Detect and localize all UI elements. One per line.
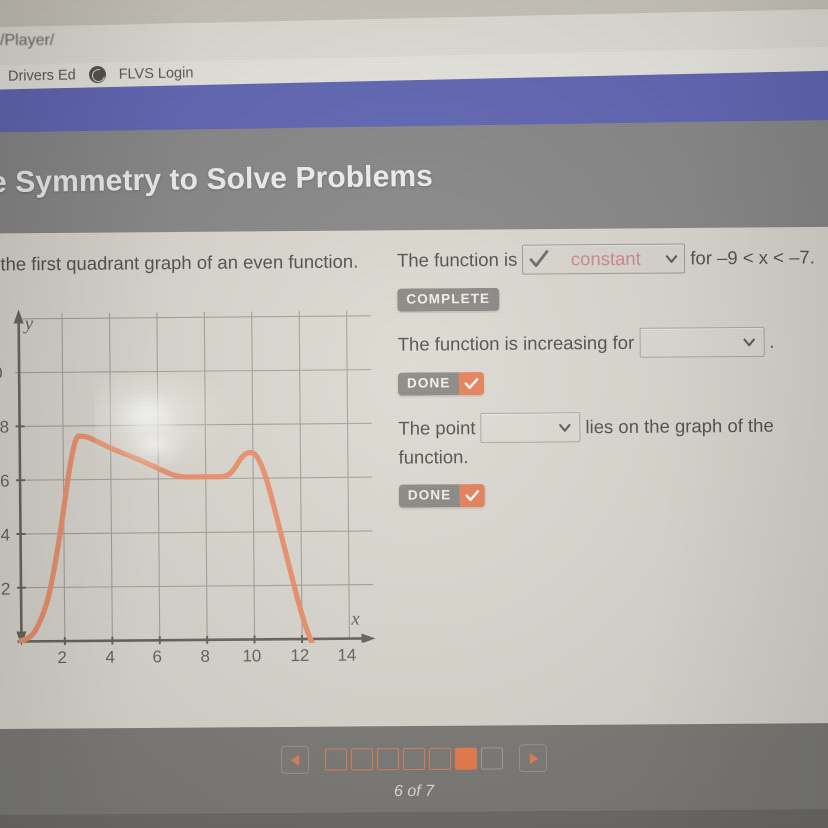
page-box-7[interactable] bbox=[480, 747, 504, 770]
badge-check-icon bbox=[459, 372, 485, 396]
chevron-down-icon bbox=[742, 338, 755, 346]
page-box-1[interactable] bbox=[324, 748, 348, 771]
graph-svg: 2 4 6 8 10 12 14 2 4 6 8 0 y x bbox=[0, 300, 388, 646]
next-page-button[interactable] bbox=[518, 744, 548, 773]
bookmarks-list: Drivers Ed FLVS Login bbox=[8, 64, 194, 84]
q2-dropdown[interactable] bbox=[639, 326, 765, 358]
questions-column: The function is constant for –9 < x < –7… bbox=[397, 242, 827, 525]
globe-icon bbox=[88, 65, 106, 84]
svg-text:2: 2 bbox=[1, 580, 11, 599]
checkmark-icon bbox=[529, 250, 549, 267]
page-title: e Symmetry to Solve Problems bbox=[0, 159, 434, 200]
prev-page-button[interactable] bbox=[280, 745, 310, 774]
page-box-5[interactable] bbox=[428, 747, 452, 770]
page-box-3[interactable] bbox=[376, 748, 400, 771]
q1-text-before: The function is bbox=[396, 248, 518, 271]
question-3: The point lies on the graph of the bbox=[398, 410, 826, 444]
page-box-6-current[interactable] bbox=[454, 747, 478, 770]
done-badge-1-label: DONE bbox=[397, 372, 460, 396]
q3-text-before: The point bbox=[398, 417, 476, 439]
pagination-controls bbox=[0, 742, 828, 776]
question-3-line2: function. bbox=[398, 440, 826, 471]
page-box-2[interactable] bbox=[350, 748, 374, 771]
q2-text-after: . bbox=[769, 330, 775, 352]
q3-text-after-2: function. bbox=[398, 446, 469, 468]
svg-text:6: 6 bbox=[0, 472, 10, 491]
question-prompt: s the first quadrant graph of an even fu… bbox=[0, 250, 359, 275]
question-2: The function is increasing for . bbox=[398, 326, 826, 359]
svg-text:0: 0 bbox=[0, 364, 3, 383]
svg-text:8: 8 bbox=[0, 418, 9, 437]
x-axis-label: x bbox=[350, 609, 360, 630]
done-badge-1[interactable]: DONE bbox=[397, 372, 485, 396]
chevron-down-icon bbox=[559, 423, 571, 432]
q1-dropdown[interactable]: constant bbox=[522, 243, 686, 275]
q1-badge-row: COMPLETE bbox=[397, 285, 825, 312]
page-box-4[interactable] bbox=[402, 747, 426, 771]
function-graph: 2 4 6 8 10 12 14 2 4 6 8 0 y x bbox=[0, 300, 388, 646]
q2-badge-row: DONE bbox=[397, 369, 826, 396]
bookmark-flvs-login[interactable]: FLVS Login bbox=[119, 65, 194, 82]
chevron-down-icon bbox=[666, 254, 678, 263]
y-axis-label: y bbox=[23, 313, 34, 334]
q1-selected-value: constant bbox=[570, 247, 641, 270]
q3-badge-row: DONE bbox=[398, 481, 827, 508]
svg-text:4: 4 bbox=[0, 526, 10, 545]
triangle-left-icon bbox=[290, 754, 299, 766]
done-badge-2[interactable]: DONE bbox=[398, 483, 486, 508]
screen-photo: olled 12000301 /Player/ Drivers Ed FLVS … bbox=[0, 0, 828, 828]
q3-dropdown[interactable] bbox=[480, 412, 581, 444]
bookmark-drivers-ed[interactable]: Drivers Ed bbox=[8, 67, 76, 84]
question-1: The function is constant for –9 < x < –7… bbox=[397, 242, 825, 275]
badge-check-icon bbox=[460, 483, 486, 508]
q3-text-after: lies on the graph of the bbox=[585, 414, 774, 438]
complete-badge: COMPLETE bbox=[397, 287, 500, 312]
address-bar-url[interactable]: /Player/ bbox=[0, 32, 54, 50]
q1-text-after: for –9 < x < –7. bbox=[690, 246, 815, 269]
q2-text-before: The function is increasing for bbox=[397, 331, 635, 355]
page-indicator-boxes bbox=[324, 747, 504, 771]
done-badge-2-label: DONE bbox=[398, 484, 461, 508]
triangle-right-icon bbox=[529, 752, 538, 764]
complete-badge-label: COMPLETE bbox=[397, 287, 500, 312]
